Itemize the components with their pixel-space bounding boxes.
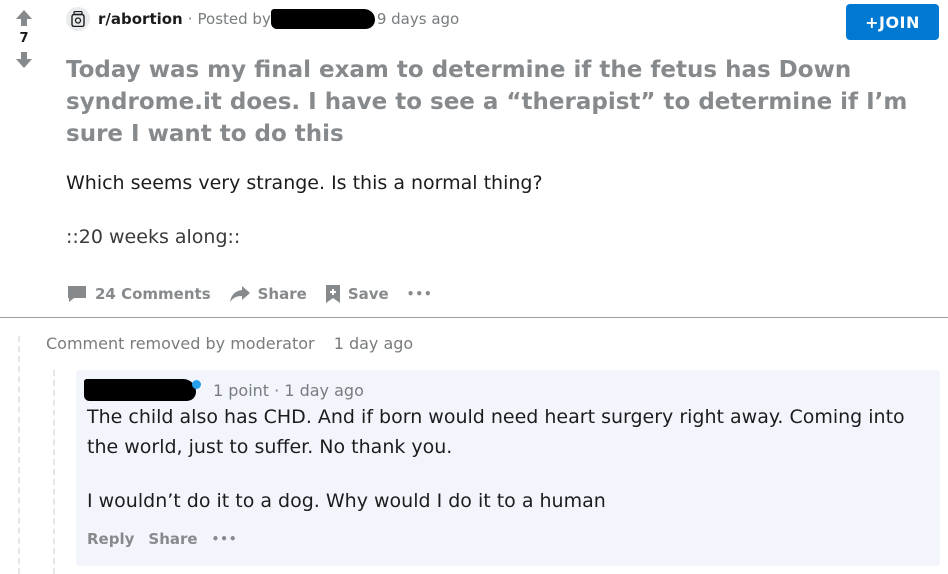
posted-by-label: Posted by [197, 10, 271, 28]
thread-line[interactable] [18, 336, 20, 574]
vote-score: 7 [19, 31, 29, 46]
post-title[interactable]: Today was my final exam to determine if … [66, 54, 944, 150]
upvote-icon[interactable] [14, 8, 34, 28]
post-age: 9 days ago [376, 10, 460, 28]
online-indicator [192, 379, 201, 389]
post-body-paragraph: ::20 weeks along:: [66, 226, 241, 248]
reply-paragraph: The child also has CHD. And if born woul… [87, 406, 905, 458]
vote-column: 7 [8, 8, 40, 70]
removed-comment-text: Comment removed by moderator [46, 334, 315, 353]
comment-icon [68, 286, 86, 302]
redacted-author [270, 9, 375, 29]
save-button[interactable]: Save [325, 284, 389, 304]
reply-more-icon[interactable]: ••• [212, 532, 238, 546]
reply-button[interactable]: Reply [87, 530, 134, 548]
reply-paragraph: I wouldn’t do it to a dog. Why would I d… [87, 490, 606, 512]
post-body-paragraph: Which seems very strange. Is this a norm… [66, 172, 543, 194]
thread-line[interactable] [53, 370, 55, 574]
share-icon [229, 286, 250, 302]
share-label: Share [257, 285, 307, 303]
save-label: Save [347, 285, 389, 303]
more-icon: ••• [406, 287, 433, 301]
subreddit-link[interactable]: r/abortion [98, 10, 183, 28]
redacted-username [84, 379, 196, 401]
reply-comment: 1 point · 1 day ago The child also has C… [76, 370, 940, 566]
post-actions: 24 Comments Share Save ••• [66, 280, 451, 308]
divider [0, 317, 948, 318]
removed-comment: Comment removed by moderator 1 day ago [46, 334, 413, 353]
join-button[interactable]: +JOIN [846, 4, 939, 40]
removed-comment-age: 1 day ago [333, 334, 414, 353]
comments-label: 24 Comments [95, 285, 211, 303]
reply-header: 1 point · 1 day ago [84, 378, 364, 402]
comments-button[interactable]: 24 Comments [66, 284, 211, 304]
downvote-icon[interactable] [14, 50, 34, 70]
reply-actions: Reply Share ••• [87, 526, 252, 552]
reply-meta: 1 point · 1 day ago [213, 380, 364, 400]
separator: · [187, 10, 193, 28]
reply-share-button[interactable]: Share [148, 530, 197, 548]
post-header: r/abortion · Posted by 9 days ago [66, 7, 459, 31]
more-options-button[interactable]: ••• [407, 287, 433, 301]
share-button[interactable]: Share [229, 285, 307, 303]
save-icon [325, 285, 340, 303]
subreddit-icon[interactable] [66, 7, 90, 31]
